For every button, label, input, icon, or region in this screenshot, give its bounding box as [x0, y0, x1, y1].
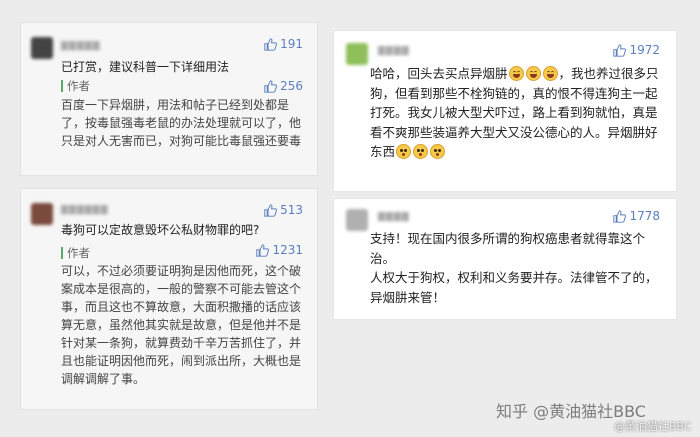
username[interactable]: ▇▇▇▇▇▇: [61, 205, 109, 215]
avatar[interactable]: [346, 209, 368, 231]
like-count: 1778: [629, 209, 660, 223]
reply-indicator: [61, 80, 63, 92]
avatar[interactable]: [31, 37, 53, 59]
comment-card-2: ▇▇▇▇▇▇ 513 毒狗可以定故意毁坏公私财物罪的吧? 作者 1231 可以，…: [20, 188, 318, 410]
thumbs-up-icon: [264, 79, 278, 93]
like-count: 513: [280, 203, 303, 217]
author-tag: 作者: [67, 79, 90, 93]
flushed-emoji-icon: [430, 144, 446, 159]
laugh-emoji-icon: [508, 66, 524, 81]
reply-text: 可以，不过必须要证明狗是因他而死，这个破案成本是很高的，一般的警察不可能去管这个…: [61, 264, 302, 386]
like-count: 1972: [629, 43, 660, 57]
watermark-secondary: @黄油猫社BBC: [614, 420, 692, 433]
reply-text: 百度一下异烟肼，用法和帖子已经到处都是了，按毒鼠强毒老鼠的办法处理就可以了，他只…: [61, 98, 302, 148]
comment-card-1: ▇▇▇▇▇ 191 已打赏，建议科普一下详细用法 作者 256 百度一下异烟肼，…: [20, 22, 318, 176]
comment-text-part-1: 哈哈，回头去买点异烟肼: [370, 66, 508, 81]
username[interactable]: ▇▇▇▇: [378, 46, 410, 56]
comment-card-4: ▇▇▇▇ 1778 支持！现在国内很多所谓的狗权癌患者就得靠这个治。 人权大于狗…: [333, 198, 677, 320]
comment-text: 毒狗可以定故意毁坏公私财物罪的吧?: [61, 223, 260, 237]
like-button[interactable]: 191: [264, 37, 303, 51]
like-button[interactable]: 513: [264, 203, 303, 217]
like-button[interactable]: 1231: [256, 243, 303, 257]
comment-text: 已打赏，建议科普一下详细用法: [61, 60, 230, 74]
laugh-emoji-icon: [542, 66, 558, 81]
avatar[interactable]: [346, 43, 368, 65]
like-button[interactable]: 256: [264, 79, 303, 93]
like-button[interactable]: 1972: [613, 43, 660, 57]
thumbs-up-icon: [613, 43, 627, 57]
username[interactable]: ▇▇▇▇▇: [61, 41, 101, 51]
flushed-emoji-icon: [396, 144, 412, 159]
like-count: 1231: [272, 243, 303, 257]
username[interactable]: ▇▇▇▇: [378, 212, 410, 222]
thumbs-up-icon: [613, 209, 627, 223]
reply-indicator: [61, 247, 63, 259]
comment-text: 支持！现在国内很多所谓的狗权癌患者就得靠这个治。 人权大于狗权，权利和义务要并存…: [370, 231, 658, 305]
flushed-emoji-icon: [413, 144, 429, 159]
thumbs-up-icon: [264, 203, 278, 217]
thumbs-up-icon: [256, 243, 270, 257]
comment-card-3: ▇▇▇▇ 1972 哈哈，回头去买点异烟肼 ，我也养过很多只狗，但看到那些不栓狗链…: [333, 30, 677, 192]
laugh-emoji-icon: [525, 66, 541, 81]
thumbs-up-icon: [264, 37, 278, 51]
like-button[interactable]: 1778: [613, 209, 660, 223]
avatar[interactable]: [31, 203, 53, 225]
like-count: 191: [280, 37, 303, 51]
comment-text: 哈哈，回头去买点异烟肼 ，我也养过很多只狗，但看到那些不栓狗链的，真的恨不得连狗主…: [370, 64, 664, 162]
like-count: 256: [280, 79, 303, 93]
author-tag: 作者: [67, 246, 90, 260]
